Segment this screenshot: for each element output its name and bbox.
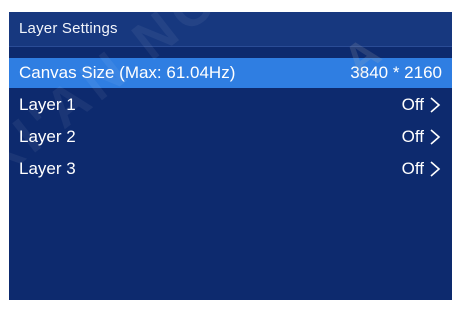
menu-item-layer-1[interactable]: Layer 1 Off	[9, 90, 452, 120]
menu-item-layer-2[interactable]: Layer 2 Off	[9, 122, 452, 152]
layer-3-status: Off	[401, 159, 424, 178]
title-bar: Layer Settings	[9, 12, 452, 47]
layer-2-status: Off	[401, 127, 424, 146]
page-title: Layer Settings	[19, 20, 118, 37]
menu-item-label: Canvas Size (Max: 61.04Hz)	[19, 63, 236, 82]
menu-item-label: Layer 3	[19, 159, 76, 178]
chevron-right-icon	[430, 161, 441, 177]
menu-item-value: Off	[402, 95, 442, 115]
canvas-size-value: 3840 * 2160	[350, 63, 442, 82]
chevron-right-icon	[430, 129, 441, 145]
layer-settings-screen: Layer Settings Canvas Size (Max: 61.04Hz…	[9, 12, 452, 300]
menu-item-canvas-size[interactable]: Canvas Size (Max: 61.04Hz) 3840 * 2160	[9, 58, 452, 88]
menu-item-label: Layer 1	[19, 95, 76, 114]
chevron-right-icon	[430, 97, 441, 113]
layer-1-status: Off	[401, 95, 424, 114]
menu-item-value: Off	[402, 127, 442, 147]
menu-item-value: 3840 * 2160	[350, 63, 442, 83]
menu-item-layer-3[interactable]: Layer 3 Off	[9, 154, 452, 184]
menu-item-value: Off	[402, 159, 442, 179]
menu-item-label: Layer 2	[19, 127, 76, 146]
